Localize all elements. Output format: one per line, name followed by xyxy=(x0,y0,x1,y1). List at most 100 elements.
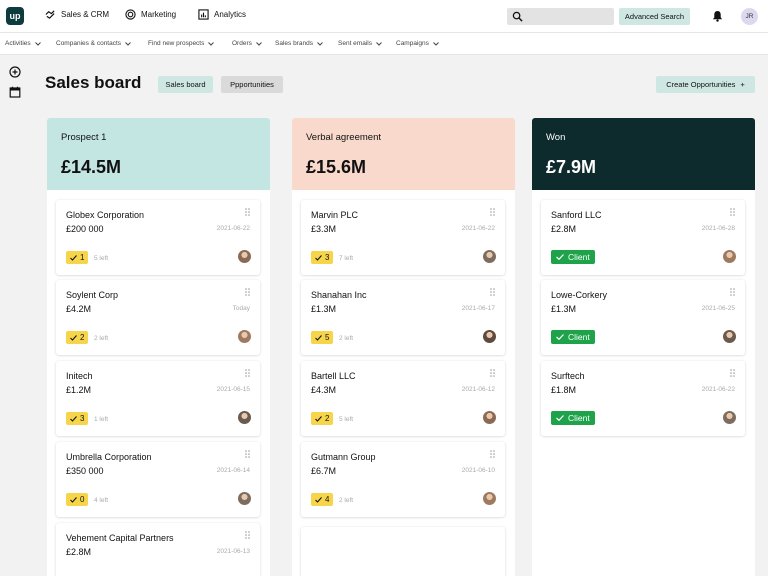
task-count-badge[interactable]: 3 xyxy=(311,251,334,264)
deal-value: £4.2M xyxy=(66,304,92,314)
subnav-item[interactable]: Orders xyxy=(232,40,262,47)
owner-avatar[interactable] xyxy=(723,411,736,424)
task-count-badge[interactable]: 5 xyxy=(311,331,334,344)
calendar-icon[interactable] xyxy=(9,86,21,98)
drag-handle-icon[interactable] xyxy=(730,288,735,296)
deal-card[interactable]: Gutmann Group £6.7M 2021-06-10 4 2 left xyxy=(301,442,505,517)
tab-sales-board[interactable]: Sales board xyxy=(158,76,213,93)
deal-value: £6.7M xyxy=(311,466,337,476)
deal-date: 2021-06-10 xyxy=(461,467,495,474)
task-count: 3 xyxy=(325,253,330,262)
deal-value: £2.8M xyxy=(66,547,92,557)
task-count-badge[interactable]: 1 xyxy=(66,251,89,264)
add-circle-icon[interactable] xyxy=(9,66,21,78)
nav-marketing[interactable]: Marketing xyxy=(125,9,176,20)
column-title: Won xyxy=(546,132,566,143)
search-input[interactable] xyxy=(507,8,614,25)
app-logo[interactable]: up xyxy=(6,7,24,25)
owner-avatar[interactable] xyxy=(723,250,736,263)
owner-avatar[interactable] xyxy=(238,411,251,424)
drag-handle-icon[interactable] xyxy=(730,369,735,377)
subnav-item[interactable]: Activities xyxy=(5,40,41,47)
drag-handle-icon[interactable] xyxy=(490,450,495,458)
column-total: £15.6M xyxy=(306,157,367,177)
tasks-left: 2 left xyxy=(94,335,109,342)
owner-avatar[interactable] xyxy=(238,492,251,505)
drag-handle-icon[interactable] xyxy=(730,208,735,216)
board-column: Won £7.9M Sanford LLC £2.8M 2021-06-28 Client… xyxy=(532,118,755,576)
subnav-label: Activities xyxy=(5,40,31,47)
column-total: £7.9M xyxy=(546,157,597,177)
deal-card[interactable]: Soylent Corp £4.2M Today 2 2 left xyxy=(56,280,260,355)
deal-card[interactable]: Umbrella Corporation £350 000 2021-06-14 0 4… xyxy=(56,442,260,517)
chart-icon xyxy=(198,9,209,20)
task-count: 4 xyxy=(325,495,330,504)
drag-handle-icon[interactable] xyxy=(490,208,495,216)
owner-avatar[interactable] xyxy=(723,330,736,343)
nav-analytics[interactable]: Analytics xyxy=(198,9,246,20)
check-icon xyxy=(315,254,322,261)
owner-avatar[interactable] xyxy=(483,250,496,263)
board-column: Verbal agreement £15.6M Marvin PLC £3.3M 202… xyxy=(292,118,515,576)
user-avatar[interactable]: JR xyxy=(741,8,758,25)
deal-card[interactable]: Initech £1.2M 2021-06-15 3 1 left xyxy=(56,361,260,436)
deal-value: £1.2M xyxy=(66,385,92,395)
subnav-item[interactable]: Campaigns xyxy=(396,40,439,47)
create-opportunities-button[interactable]: Create Opportunities + xyxy=(656,76,755,93)
tasks-left: 2 left xyxy=(339,497,354,504)
status-label: Client xyxy=(568,413,590,423)
owner-avatar[interactable] xyxy=(483,330,496,343)
task-count-badge[interactable]: 3 xyxy=(66,412,89,425)
status-badge: Client xyxy=(551,250,595,264)
drag-handle-icon[interactable] xyxy=(245,531,250,539)
subnav-item[interactable]: Sales brands xyxy=(275,40,323,47)
drag-handle-icon[interactable] xyxy=(245,208,250,216)
deal-card[interactable]: Sanford LLC £2.8M 2021-06-28 Client xyxy=(541,200,745,275)
column-title: Verbal agreement xyxy=(306,132,381,143)
advanced-search-button[interactable]: Advanced Search xyxy=(619,8,690,25)
subnav-label: Campaigns xyxy=(396,40,429,47)
deal-card[interactable]: Globex Corporation £200 000 2021-06-22 1 5 l… xyxy=(56,200,260,275)
subnav-item[interactable]: Find new prospects xyxy=(148,40,215,47)
owner-avatar[interactable] xyxy=(238,330,251,343)
chevron-down-icon xyxy=(376,41,382,46)
chevron-down-icon xyxy=(433,41,439,46)
task-count-badge[interactable]: 0 xyxy=(66,493,89,506)
task-count: 5 xyxy=(325,333,330,342)
task-count-badge[interactable]: 2 xyxy=(66,331,89,344)
check-icon xyxy=(556,415,564,421)
drag-handle-icon[interactable] xyxy=(245,450,250,458)
subnav-item[interactable]: Companies & contacts xyxy=(56,40,131,47)
status-badge: Client xyxy=(551,411,595,425)
tab-opportunities[interactable]: Ppportunities xyxy=(221,76,283,93)
status-badge: Client xyxy=(551,330,595,344)
deal-name: Marvin PLC xyxy=(311,210,359,220)
nav-sales-crm[interactable]: Sales & CRM xyxy=(45,9,109,20)
deal-card[interactable]: Lowe-Corkery £1.3M 2021-06-25 Client xyxy=(541,280,745,355)
bell-icon[interactable] xyxy=(712,10,723,22)
column-header: Won £7.9M xyxy=(532,118,755,190)
task-count-badge[interactable]: 4 xyxy=(311,493,334,506)
deal-name: Globex Corporation xyxy=(66,210,145,220)
task-count-badge[interactable]: 2 xyxy=(311,412,334,425)
owner-avatar[interactable] xyxy=(483,411,496,424)
deal-name: Sanford LLC xyxy=(551,210,602,220)
subnav-item[interactable]: Sent emails xyxy=(338,40,382,47)
owner-avatar[interactable] xyxy=(238,250,251,263)
deal-card[interactable]: Surftech £1.8M 2021-06-22 Client xyxy=(541,361,745,436)
deal-card[interactable]: Vehement Capital Partners £2.8M 2021-06-13 xyxy=(56,523,260,576)
deal-name: Umbrella Corporation xyxy=(66,452,152,462)
deal-card[interactable]: Bartell LLC £4.3M 2021-06-12 2 5 left xyxy=(301,361,505,436)
owner-avatar[interactable] xyxy=(483,492,496,505)
deal-card[interactable]: Shanahan Inc £1.3M 2021-06-17 5 2 left xyxy=(301,280,505,355)
nav-label: Marketing xyxy=(141,10,177,19)
page-title: Sales board xyxy=(45,73,142,92)
drag-handle-icon[interactable] xyxy=(490,288,495,296)
drag-handle-icon[interactable] xyxy=(245,288,250,296)
deal-date: 2021-06-14 xyxy=(216,467,250,474)
drag-handle-icon[interactable] xyxy=(245,369,250,377)
deal-card[interactable]: Marvin PLC £3.3M 2021-06-22 3 7 left xyxy=(301,200,505,275)
deal-value: £4.3M xyxy=(311,385,337,395)
drag-handle-icon[interactable] xyxy=(490,369,495,377)
check-icon xyxy=(556,334,564,340)
